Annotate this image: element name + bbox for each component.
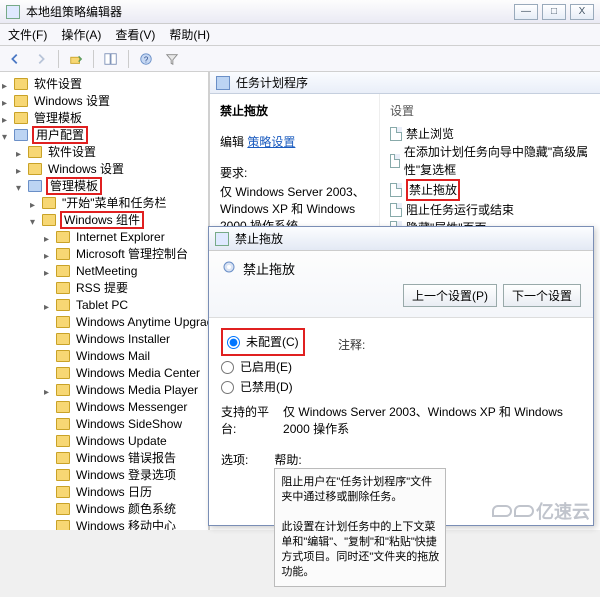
tree-node[interactable]: Windows 设置 <box>46 162 126 176</box>
tree-node[interactable]: Windows Anytime Upgrade <box>74 315 210 329</box>
settings-column-header: 设置 <box>390 102 590 119</box>
tree-node[interactable]: 软件设置 <box>46 145 98 159</box>
expand-icon[interactable]: ▸ <box>2 78 13 89</box>
menu-file[interactable]: 文件(F) <box>8 26 47 43</box>
tree-node[interactable]: Windows Media Center <box>74 366 202 380</box>
tree-node[interactable]: Windows 错误报告 <box>74 451 178 465</box>
setting-item[interactable]: 阻止任务运行或结束 <box>390 201 590 219</box>
tree-node-user-config[interactable]: 用户配置 <box>32 126 88 144</box>
tree-node[interactable]: Windows 颜色系统 <box>74 502 178 516</box>
expand-icon[interactable]: ▸ <box>16 163 27 174</box>
tree-node[interactable]: Windows 设置 <box>32 94 112 108</box>
menu-action[interactable]: 操作(A) <box>61 26 101 43</box>
filter-button[interactable] <box>161 49 183 69</box>
expand-icon[interactable]: ▸ <box>2 112 13 123</box>
expand-icon[interactable]: ▸ <box>44 384 55 395</box>
app-icon <box>6 5 20 19</box>
help-label: 帮助: <box>274 451 446 468</box>
tree-node[interactable]: Windows Media Player <box>74 383 200 397</box>
tree-node[interactable]: Windows 移动中心 <box>74 519 178 530</box>
expand-icon[interactable]: ▸ <box>44 265 55 276</box>
tree-node[interactable]: RSS 提要 <box>74 281 130 295</box>
expand-icon[interactable]: ▸ <box>30 197 41 208</box>
dialog-title: 禁止拖放 <box>235 230 283 247</box>
policy-icon <box>390 154 400 168</box>
menu-view[interactable]: 查看(V) <box>115 26 155 43</box>
gear-icon <box>221 259 237 278</box>
tree-node[interactable]: Windows 日历 <box>74 485 154 499</box>
expand-icon[interactable]: ▸ <box>2 95 13 106</box>
policy-icon <box>390 183 402 197</box>
edit-label: 编辑 <box>220 135 244 149</box>
svg-text:?: ? <box>144 55 149 64</box>
tree-node[interactable]: 管理模板 <box>32 111 84 125</box>
radio-not-configured[interactable]: 未配置(C) <box>227 332 299 352</box>
note-label: 注释: <box>338 336 365 353</box>
radio-input[interactable] <box>221 381 234 394</box>
help-text-box: 阻止用户在"任务计划程序"文件夹中通过移或删除任务。 此设置在计划任务中的上下文… <box>274 468 446 587</box>
expand-icon[interactable]: ▸ <box>44 248 55 259</box>
policy-icon <box>390 127 402 141</box>
collapse-icon[interactable]: ▾ <box>30 214 41 225</box>
next-setting-button[interactable]: 下一个设置 <box>503 284 581 307</box>
expand-icon[interactable]: ▸ <box>16 146 27 157</box>
edit-policy-link[interactable]: 策略设置 <box>247 135 295 149</box>
setting-item[interactable]: 禁止浏览 <box>390 125 590 143</box>
collapse-icon[interactable]: ▾ <box>2 129 13 140</box>
help-button[interactable]: ? <box>135 49 157 69</box>
tree-node-win-components[interactable]: Windows 组件 <box>60 211 144 229</box>
maximize-button[interactable]: □ <box>542 4 566 20</box>
policy-setting-dialog[interactable]: 禁止拖放 禁止拖放 上一个设置(P) 下一个设置 未配置(C) 注释: 已启用(… <box>208 226 594 526</box>
dialog-heading: 禁止拖放 <box>243 259 295 278</box>
dialog-titlebar[interactable]: 禁止拖放 <box>209 227 593 251</box>
tree-node[interactable]: Windows SideShow <box>74 417 184 431</box>
tree-node[interactable]: 软件设置 <box>32 77 84 91</box>
supported-platform-text: 仅 Windows Server 2003、Windows XP 和 Windo… <box>283 403 581 437</box>
tree-node[interactable]: Windows Messenger <box>74 400 189 414</box>
right-pane-title: 任务计划程序 <box>236 74 308 91</box>
requirements-label: 要求: <box>220 164 369 181</box>
tree-node[interactable]: Windows Update <box>74 434 169 448</box>
window-title: 本地组策略编辑器 <box>26 3 122 20</box>
back-button[interactable] <box>4 49 26 69</box>
options-label: 选项: <box>221 451 248 468</box>
radio-disabled[interactable]: 已禁用(D) <box>221 377 581 397</box>
menu-help[interactable]: 帮助(H) <box>169 26 210 43</box>
selected-setting-title: 禁止拖放 <box>220 102 369 119</box>
folder-icon <box>216 76 230 90</box>
expand-icon[interactable]: ▸ <box>44 231 55 242</box>
tree-node[interactable]: Windows 登录选项 <box>74 468 178 482</box>
radio-input[interactable] <box>227 336 240 349</box>
tree-node[interactable]: Microsoft 管理控制台 <box>74 247 190 261</box>
tree-node[interactable]: "开始"菜单和任务栏 <box>60 196 169 210</box>
minimize-button[interactable]: — <box>514 4 538 20</box>
show-hide-button[interactable] <box>100 49 122 69</box>
prev-setting-button[interactable]: 上一个设置(P) <box>403 284 497 307</box>
policy-icon <box>390 203 402 217</box>
setting-item[interactable]: 在添加计划任务向导中隐藏"高级属性"复选框 <box>390 143 590 179</box>
tree-node[interactable]: Tablet PC <box>74 298 130 312</box>
setting-item-selected[interactable]: 禁止拖放 <box>390 179 590 201</box>
collapse-icon[interactable]: ▾ <box>16 180 27 191</box>
up-button[interactable] <box>65 49 87 69</box>
tree-node[interactable]: Windows Installer <box>74 332 172 346</box>
right-pane-header: 任务计划程序 <box>210 72 600 94</box>
tree-node[interactable]: Windows Mail <box>74 349 152 363</box>
toolbar: ? <box>0 46 600 72</box>
forward-button[interactable] <box>30 49 52 69</box>
supported-platform-label: 支持的平台: <box>221 403 275 437</box>
tree-node[interactable]: NetMeeting <box>74 264 139 278</box>
tree-node-admin-templates[interactable]: 管理模板 <box>46 177 102 195</box>
radio-input[interactable] <box>221 361 234 374</box>
close-button[interactable]: X <box>570 4 594 20</box>
tree-node[interactable]: Internet Explorer <box>74 230 167 244</box>
radio-enabled[interactable]: 已启用(E) <box>221 357 581 377</box>
menubar: 文件(F) 操作(A) 查看(V) 帮助(H) <box>0 24 600 46</box>
dialog-icon <box>215 232 229 246</box>
expand-icon[interactable]: ▸ <box>44 299 55 310</box>
titlebar[interactable]: 本地组策略编辑器 — □ X <box>0 0 600 24</box>
tree-pane[interactable]: ▸ 软件设置 ▸ Windows 设置 ▸ 管理模板 ▾ 用户配置 ▸ 软件设置 ▸ Win… <box>0 72 210 530</box>
